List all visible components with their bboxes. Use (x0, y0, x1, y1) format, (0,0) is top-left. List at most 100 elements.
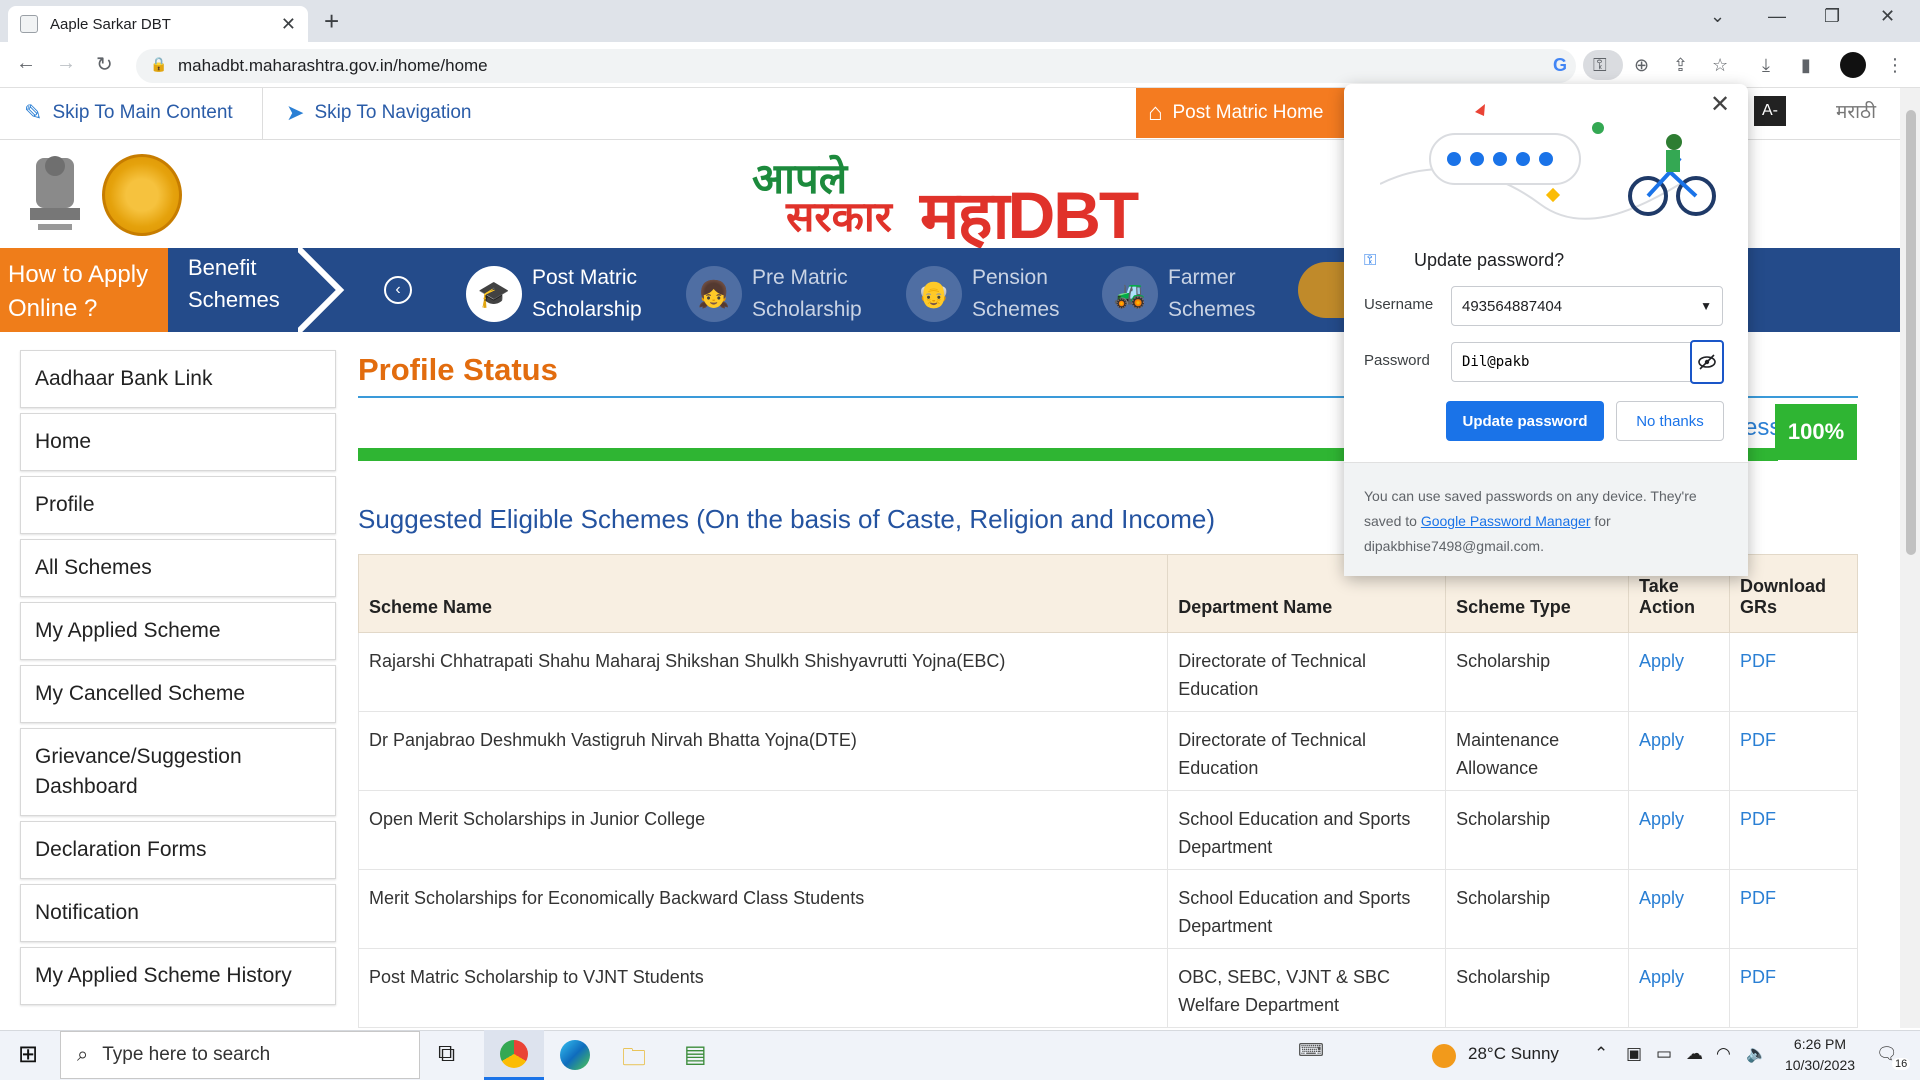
nav-pension-label: Pension Schemes (972, 266, 1060, 321)
pdf-link[interactable]: PDF (1729, 869, 1858, 949)
reload-icon[interactable]: ↻ (96, 52, 113, 77)
google-icon[interactable]: G (1553, 55, 1567, 76)
sidebar-item-home[interactable]: Home (20, 413, 336, 471)
chrome-icon (500, 1040, 528, 1068)
battery-icon[interactable]: ▭ (1656, 1044, 1672, 1064)
sidebar-item-profile[interactable]: Profile (20, 476, 336, 534)
skip-main-link[interactable]: ✎ Skip To Main Content (24, 100, 233, 126)
show-hidden-icons[interactable]: ⌃ (1594, 1044, 1608, 1064)
volume-icon[interactable]: 🔈 (1746, 1044, 1767, 1064)
department-cell: OBC, SEBC, VJNT & SBC Welfare Department (1167, 948, 1447, 1028)
aaple-sarkar-logo: आपले सरकार (752, 158, 892, 238)
taskbar-search[interactable]: ⌕ Type here to search (60, 1031, 420, 1079)
minimize-icon[interactable]: — (1768, 6, 1786, 27)
scheme-type-cell: Scholarship (1445, 790, 1630, 870)
url-text[interactable]: mahadbt.maharashtra.gov.in/home/home (178, 56, 488, 76)
close-tab-icon[interactable]: ✕ (281, 14, 296, 35)
pdf-link[interactable]: PDF (1729, 632, 1858, 712)
clock-time: 6:26 PM (1793, 1036, 1847, 1052)
pdf-link[interactable]: PDF (1729, 790, 1858, 870)
scheme-type-cell: Scholarship (1445, 632, 1630, 712)
keyboard-icon[interactable]: ⌨ (1298, 1040, 1324, 1061)
pdf-link[interactable]: PDF (1729, 711, 1858, 791)
nav-pension[interactable]: 👴 Pension Schemes (906, 262, 1096, 326)
sidebar-item-grievance[interactable]: Grievance/Suggestion Dashboard (20, 728, 336, 816)
update-password-button[interactable]: Update password (1446, 401, 1604, 441)
side-panel-icon[interactable]: ▮ (1801, 55, 1811, 76)
windows-start-icon[interactable]: ⊞ (18, 1040, 38, 1069)
weather-icon[interactable] (1432, 1044, 1456, 1068)
skip-nav-link[interactable]: ➤ Skip To Navigation (286, 100, 471, 126)
sidebar-item-declaration[interactable]: Declaration Forms (20, 821, 336, 879)
apply-link[interactable]: Apply (1628, 948, 1730, 1028)
new-tab-icon[interactable]: + (324, 6, 339, 37)
sidebar-item-history[interactable]: My Applied Scheme History (20, 947, 336, 1005)
tab-search-icon[interactable]: ⌄ (1710, 6, 1725, 27)
how-to-apply-link[interactable]: How to Apply Online ? (0, 248, 168, 332)
bookmark-star-icon[interactable]: ☆ (1712, 55, 1728, 76)
share-icon[interactable]: ⇪ (1673, 55, 1688, 76)
apply-link[interactable]: Apply (1628, 711, 1730, 791)
weather-text[interactable]: 28°C Sunny (1468, 1044, 1559, 1064)
nav-post-matric-label: Post Matric Scholarship (532, 266, 642, 321)
nav-prev-button[interactable]: ‹ (384, 276, 412, 304)
scheme-name-cell: Merit Scholarships for Economically Back… (357, 869, 1169, 949)
nav-farmer[interactable]: 🚜 Farmer Schemes (1102, 262, 1282, 326)
app-icon[interactable]: ▤ (684, 1040, 707, 1069)
sidebar-item-all-schemes[interactable]: All Schemes (20, 539, 336, 597)
sidebar-item-aadhaar[interactable]: Aadhaar Bank Link (20, 350, 336, 408)
menu-dots-icon[interactable]: ⋮ (1886, 55, 1904, 76)
dropdown-arrow-icon[interactable]: ▼ (1700, 299, 1712, 313)
clock[interactable]: 6:26 PM 10/30/2023 (1778, 1034, 1862, 1076)
password-manager-link[interactable]: Google Password Manager (1421, 513, 1591, 529)
profile-avatar[interactable] (1840, 52, 1866, 78)
username-field[interactable]: 493564887404 ▼ (1451, 286, 1723, 326)
skip-main-label: Skip To Main Content (52, 102, 233, 123)
edge-icon[interactable] (560, 1040, 590, 1070)
department-cell: Directorate of Technical Education (1167, 711, 1447, 791)
browser-tab[interactable]: Aaple Sarkar DBT ✕ (8, 6, 308, 42)
popup-footer-text: You can use saved passwords on any devic… (1364, 484, 1734, 559)
password-field[interactable]: Dil@pakb (1451, 342, 1723, 382)
sidebar-item-notification[interactable]: Notification (20, 884, 336, 942)
scheme-name-cell: Open Merit Scholarships in Junior Colleg… (357, 790, 1169, 870)
table-row: Merit Scholarships for Economically Back… (357, 869, 1858, 949)
table-row: Open Merit Scholarships in Junior Colleg… (357, 790, 1858, 870)
task-view-icon[interactable]: ⧉ (438, 1040, 455, 1068)
no-thanks-button[interactable]: No thanks (1616, 401, 1724, 441)
apply-link[interactable]: Apply (1628, 632, 1730, 712)
elder-icon: 👴 (906, 266, 962, 322)
lock-icon[interactable]: 🔒 (150, 56, 167, 73)
download-icon[interactable]: ⤓ (1762, 55, 1770, 76)
nav-post-matric[interactable]: 🎓 Post Matric Scholarship (466, 262, 666, 326)
scheme-type-cell: Scholarship (1445, 948, 1630, 1028)
post-matric-home-button[interactable]: ⌂ Post Matric Home (1136, 88, 1356, 138)
language-toggle[interactable]: मराठी (1836, 98, 1876, 124)
maharashtra-seal-icon (102, 154, 182, 236)
close-window-icon[interactable]: ✕ (1880, 6, 1895, 27)
pdf-link[interactable]: PDF (1729, 948, 1858, 1028)
password-illustration-icon (1380, 104, 1716, 220)
department-cell: School Education and Sports Department (1167, 790, 1447, 870)
back-icon[interactable]: ← (16, 52, 36, 75)
divider (262, 88, 263, 140)
sidebar-item-applied[interactable]: My Applied Scheme (20, 602, 336, 660)
meet-icon[interactable]: ▣ (1626, 1044, 1642, 1064)
close-popup-icon[interactable]: ✕ (1710, 90, 1730, 119)
progress-percent-badge: 100% (1775, 404, 1857, 460)
apply-link[interactable]: Apply (1628, 869, 1730, 949)
scrollbar-thumb[interactable] (1906, 110, 1916, 555)
onedrive-icon[interactable]: ☁ (1686, 1044, 1703, 1064)
wifi-icon[interactable]: ◠ (1716, 1044, 1731, 1064)
show-password-icon[interactable] (1690, 340, 1724, 384)
sidebar-item-cancelled[interactable]: My Cancelled Scheme (20, 665, 336, 723)
nav-pre-matric[interactable]: 👧 Pre Matric Scholarship (686, 262, 886, 326)
zoom-icon[interactable]: ⊕ (1634, 55, 1649, 76)
username-value: 493564887404 (1462, 297, 1563, 315)
apply-link[interactable]: Apply (1628, 790, 1730, 870)
tab-title: Aaple Sarkar DBT (50, 15, 171, 33)
restore-icon[interactable]: ❐ (1824, 6, 1840, 27)
forward-icon[interactable]: → (56, 52, 76, 75)
file-explorer-icon[interactable]: 🗀 (622, 1040, 646, 1080)
font-decrease-button[interactable]: A- (1754, 96, 1786, 126)
